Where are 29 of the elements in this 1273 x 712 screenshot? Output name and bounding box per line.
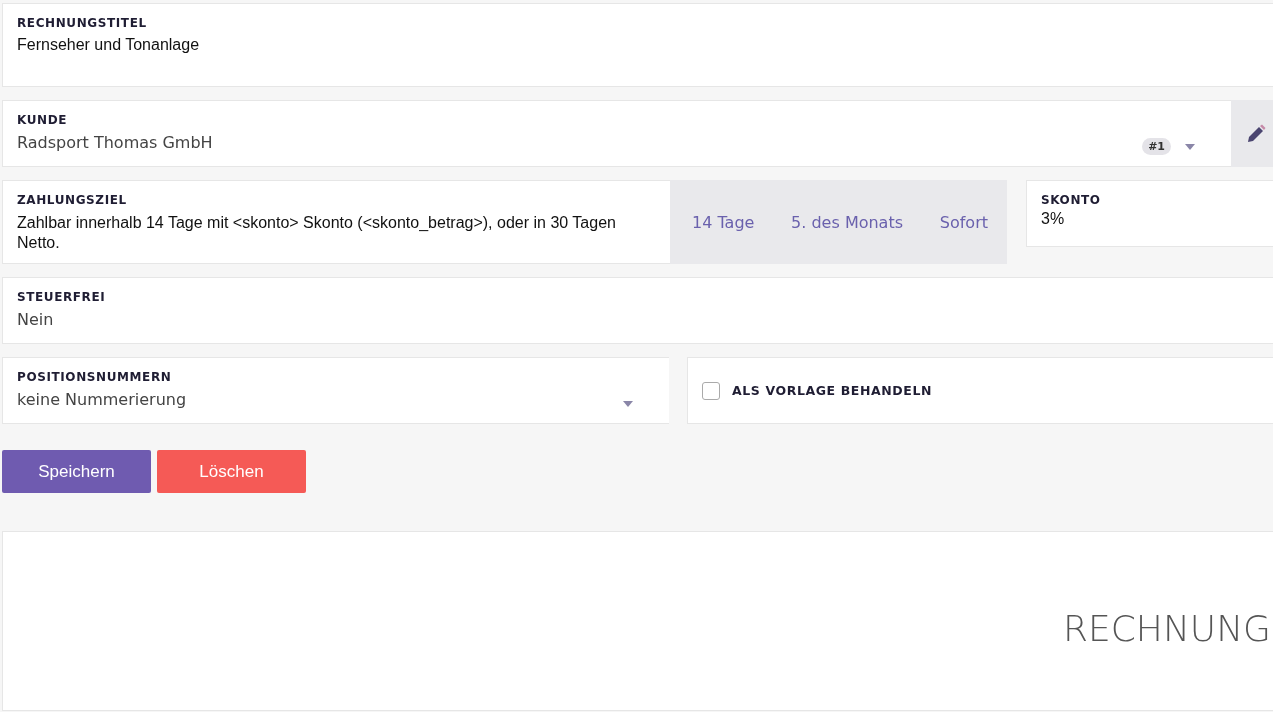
tax-free-field[interactable]: STEUERFREI Nein	[2, 277, 1273, 344]
tax-free-value: Nein	[17, 310, 55, 329]
title-input[interactable]: Fernseher und Tonanlage	[17, 36, 1259, 54]
customer-number-badge: #1	[1142, 138, 1171, 155]
payment-terms-text: Zahlbar innerhalb 14 Tage mit <skonto> Skonto (<skonto_betrag>), oder in 30 Tagen Netto.	[17, 213, 617, 253]
field-label: ZAHLUNGSZIEL	[17, 193, 128, 207]
edit-button[interactable]	[1231, 100, 1273, 167]
field-label: RECHNUNGSTITEL	[17, 16, 148, 30]
field-label: KUNDE	[17, 113, 69, 127]
save-button[interactable]: Speichern	[2, 450, 151, 493]
preset-link[interactable]: 14 Tage	[692, 212, 755, 232]
preset-link[interactable]: 5. des Monats	[791, 212, 904, 232]
position-numbers-dropdown[interactable]: POSITIONSNUMMERN keine Nummerierung	[2, 357, 669, 424]
discount-field[interactable]: SKONTO 3%	[1026, 180, 1273, 247]
field-label: SKONTO	[1041, 193, 1102, 207]
payment-terms-field[interactable]: ZAHLUNGSZIEL Zahlbar innerhalb 14 Tage mit <skonto> Skonto (<skonto_betrag>), oder in 30 Tagen Netto.	[2, 180, 670, 264]
customer-field[interactable]: KUNDE Radsport Thomas GmbH #1	[2, 100, 1231, 167]
pencil-icon	[1246, 123, 1266, 144]
customer-value: Radsport Thomas GmbH	[17, 133, 214, 152]
template-checkbox[interactable]	[702, 381, 720, 400]
caret-icon[interactable]	[1185, 143, 1195, 150]
discount-value: 3%	[1041, 210, 1066, 228]
invoice-heading: RECHNUNG	[1062, 608, 1271, 649]
preset-link[interactable]: Sofort	[939, 212, 988, 232]
position-numbers-value: keine Nummerierung	[17, 390, 188, 409]
field-label: POSITIONSNUMMERN	[17, 370, 173, 384]
field-label: STEUERFREI	[17, 290, 107, 304]
checkbox-label: ALS VORLAGE BEHANDELN	[732, 383, 933, 398]
caret-icon[interactable]	[623, 400, 633, 407]
